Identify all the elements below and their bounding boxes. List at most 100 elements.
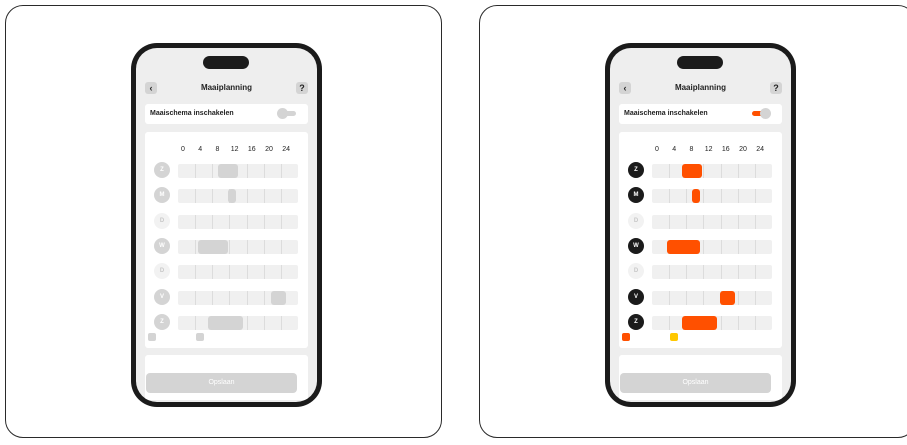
hour-scale: 0 4 8 12 16 20 24 <box>619 145 782 155</box>
day-timeline[interactable] <box>178 164 298 178</box>
hour-tick-label: 12 <box>230 146 239 153</box>
day-badge[interactable]: D <box>154 212 170 229</box>
timeline-gridline <box>280 315 282 330</box>
day-badge[interactable]: Z <box>628 313 644 330</box>
legend-swatch <box>148 333 156 341</box>
timeline-gridline <box>669 164 671 178</box>
timeline-gridline <box>280 214 282 229</box>
timeline-gridline <box>703 290 705 305</box>
day-badge[interactable]: Z <box>154 162 170 178</box>
hour-tick-label: 24 <box>756 146 765 153</box>
day-badge[interactable]: M <box>154 187 170 204</box>
timeline-gridline <box>246 315 248 330</box>
day-timeline[interactable] <box>652 214 772 229</box>
timeline-gridline <box>229 290 231 305</box>
save-button[interactable]: Opslaan <box>146 373 297 393</box>
day-timeline[interactable] <box>652 315 772 330</box>
timeline-gridline <box>212 290 214 305</box>
mowing-slot-bar[interactable] <box>682 164 702 178</box>
timeline-gridline <box>754 265 756 280</box>
mowing-slot-bar[interactable] <box>228 189 236 204</box>
day-badge[interactable]: Z <box>628 162 644 178</box>
day-timeline[interactable] <box>652 164 772 178</box>
day-badge[interactable]: D <box>628 263 644 280</box>
hour-tick-label: 0 <box>655 146 659 153</box>
timeline-gridline <box>246 189 248 204</box>
timeline-gridline <box>720 189 722 204</box>
day-timeline[interactable] <box>652 239 772 254</box>
timeline-gridline <box>669 214 671 229</box>
timeline-gridline <box>280 239 282 254</box>
timeline-gridline <box>754 189 756 204</box>
day-row: D <box>145 212 308 231</box>
day-badge[interactable]: W <box>154 237 170 254</box>
day-timeline[interactable] <box>652 290 772 305</box>
timeline-gridline <box>229 214 231 229</box>
timeline-gridline <box>737 239 739 254</box>
timeline-gridline <box>263 315 265 330</box>
mowing-slot-bar[interactable] <box>208 315 243 330</box>
day-badge[interactable]: V <box>628 288 644 305</box>
timeline-gridline <box>280 265 282 280</box>
day-badge[interactable]: M <box>628 187 644 204</box>
day-row: Z <box>145 313 308 332</box>
day-row: M <box>145 186 308 205</box>
mowing-slot-bar[interactable] <box>682 315 717 330</box>
timeline-gridline <box>703 265 705 280</box>
mowing-slot-bar[interactable] <box>270 290 286 305</box>
timeline-gridline <box>686 290 688 305</box>
save-button[interactable]: Opslaan <box>620 373 771 393</box>
timeline-gridline <box>703 239 705 254</box>
day-timeline[interactable] <box>178 214 298 229</box>
phone-notch <box>203 56 249 69</box>
timeline-gridline <box>737 214 739 229</box>
timeline-gridline <box>686 189 688 204</box>
timeline-gridline <box>737 315 739 330</box>
day-timeline[interactable] <box>178 265 298 280</box>
timeline-gridline <box>195 189 197 204</box>
day-row: V <box>145 288 308 307</box>
timeline-gridline <box>754 290 756 305</box>
save-card: Opslaan <box>145 355 308 400</box>
phone-notch <box>677 56 723 69</box>
timeline-gridline <box>669 265 671 280</box>
day-row: V <box>619 288 782 307</box>
day-badge[interactable]: D <box>154 263 170 280</box>
phone-frame: ‹ Maaiplanning ? Maaischema inschakelen … <box>131 43 322 407</box>
schedule-toggle[interactable] <box>277 108 296 119</box>
day-badge[interactable]: D <box>628 212 644 229</box>
phone-frame: ‹ Maaiplanning ? Maaischema inschakelen … <box>605 43 796 407</box>
timeline-gridline <box>703 164 705 178</box>
timeline-gridline <box>669 290 671 305</box>
timeline-gridline <box>754 315 756 330</box>
mowing-slot-bar[interactable] <box>218 164 238 178</box>
timeline-gridline <box>229 265 231 280</box>
day-timeline[interactable] <box>178 290 298 305</box>
day-badge[interactable]: Z <box>154 313 170 330</box>
day-timeline[interactable] <box>652 189 772 204</box>
day-badge[interactable]: V <box>154 288 170 305</box>
day-row: M <box>619 186 782 205</box>
timeline-gridline <box>246 164 248 178</box>
day-timeline[interactable] <box>178 239 298 254</box>
mowing-slot-bar[interactable] <box>198 239 228 254</box>
mowing-slot-bar[interactable] <box>667 239 700 254</box>
help-button[interactable]: ? <box>296 82 308 94</box>
timeline-gridline <box>720 164 722 178</box>
hour-tick-label: 20 <box>739 146 747 153</box>
schedule-toggle-label: Maaischema inschakelen <box>150 110 234 117</box>
hour-tick-label: 24 <box>282 146 291 153</box>
timeline-gridline <box>195 265 197 280</box>
mowing-slot-bar[interactable] <box>692 189 700 204</box>
schedule-toggle-card: Maaischema inschakelen <box>619 104 782 124</box>
schedule-toggle[interactable] <box>752 108 771 119</box>
timeline-gridline <box>195 164 197 178</box>
page-title: Maaiplanning <box>200 83 253 92</box>
day-timeline[interactable] <box>178 189 298 204</box>
mowing-slot-bar[interactable] <box>719 290 735 305</box>
day-timeline[interactable] <box>652 265 772 280</box>
day-timeline[interactable] <box>178 315 298 330</box>
timeline-gridline <box>754 214 756 229</box>
help-button[interactable]: ? <box>770 82 782 94</box>
day-badge[interactable]: W <box>628 237 644 254</box>
